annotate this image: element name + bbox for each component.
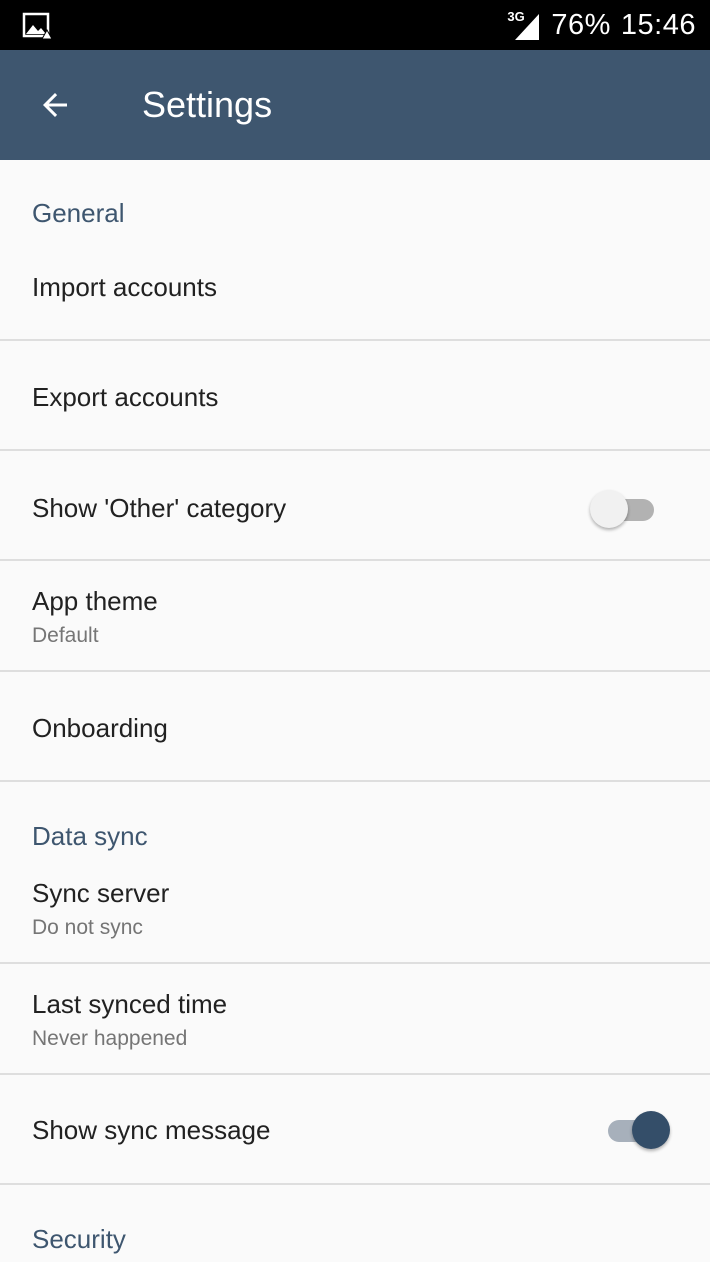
section-header-data-sync: Data sync — [32, 821, 148, 851]
pref-title: App theme — [32, 586, 158, 616]
pref-title: Export accounts — [32, 382, 219, 412]
image-notification-icon — [22, 12, 52, 40]
arrow-back-icon — [43, 93, 67, 117]
pref-last-synced-time[interactable]: Last synced time Never happened — [0, 964, 710, 1073]
pref-show-sync-message[interactable]: Show sync message — [0, 1075, 710, 1184]
pref-show-other-category[interactable]: Show 'Other' category — [0, 451, 710, 560]
status-bar: 3G 76% 15:46 — [0, 0, 710, 50]
pref-summary: Default — [32, 624, 99, 647]
back-button[interactable] — [30, 80, 80, 130]
pref-title: Sync server — [32, 878, 170, 908]
pref-app-theme[interactable]: App theme Default — [0, 561, 710, 670]
section-header-security: Security — [32, 1224, 126, 1254]
battery-percentage: 76% — [551, 8, 611, 41]
pref-title: Import accounts — [32, 272, 217, 302]
switch-thumb — [590, 490, 628, 528]
show-other-category-switch[interactable] — [590, 489, 660, 529]
pref-export-accounts[interactable]: Export accounts — [0, 341, 710, 450]
signal-icon: 3G — [507, 10, 541, 40]
switch-thumb — [632, 1111, 670, 1149]
divider — [0, 780, 710, 782]
pref-summary: Never happened — [32, 1027, 188, 1050]
pref-title: Last synced time — [32, 989, 228, 1019]
show-sync-message-switch[interactable] — [600, 1110, 670, 1150]
pref-title: Show sync message — [32, 1115, 271, 1145]
app-bar: Settings — [0, 50, 710, 160]
clock: 15:46 — [620, 8, 696, 41]
pref-onboarding[interactable]: Onboarding — [0, 672, 710, 781]
pref-import-accounts[interactable]: Import accounts — [0, 240, 710, 340]
section-header-general: General — [32, 198, 125, 228]
page-title: Settings — [142, 84, 273, 125]
pref-title: Onboarding — [32, 713, 168, 743]
pref-title: Show 'Other' category — [32, 493, 287, 523]
pref-summary: Do not sync — [32, 916, 143, 939]
pref-sync-server[interactable]: Sync server Do not sync — [0, 860, 710, 962]
divider — [0, 1183, 710, 1185]
